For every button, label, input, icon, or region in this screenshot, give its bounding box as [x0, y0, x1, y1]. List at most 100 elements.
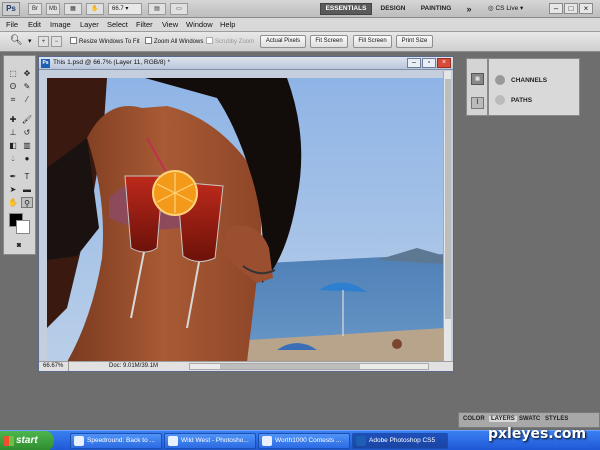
channels-panel-item[interactable]: CHANNELS: [495, 75, 547, 85]
taskbar-item-wild-west[interactable]: Wild West - Photosho...: [164, 433, 256, 449]
vertical-scrollbar[interactable]: [443, 71, 451, 363]
close-button[interactable]: ×: [579, 3, 593, 14]
taskbar-item-photoshop[interactable]: Adobe Photoshop CS5: [352, 433, 448, 449]
taskbar-item-label: Speedround: Back to ...: [87, 437, 155, 444]
zoom-all-windows-label: Zoom All Windows: [154, 39, 204, 45]
zoom-all-windows-checkbox-box[interactable]: [145, 37, 152, 44]
channels-panel-icon[interactable]: ▦: [471, 73, 484, 85]
document-title-bar[interactable]: Ps This 1.psd @ 66.7% (Layer 11, RGB/8) …: [39, 57, 453, 70]
application-bar: Ps Br Mb ▦ ✋ 66.7 ▾ ▤ ▭ ESSENTIALS DESIG…: [0, 0, 600, 18]
horizontal-scrollbar[interactable]: [189, 363, 429, 370]
zoom-tool-icon[interactable]: ⚲: [21, 197, 33, 208]
workspace-painting[interactable]: PAINTING: [416, 3, 456, 15]
brush-tool-icon[interactable]: 🖌︎: [21, 114, 33, 125]
gradient-tool-icon[interactable]: ▥: [21, 140, 33, 151]
scrubby-zoom-checkbox[interactable]: Scrubby Zoom: [206, 37, 254, 45]
taskbar-item-speedround[interactable]: Speedround: Back to ...: [70, 433, 162, 449]
mini-bridge-icon[interactable]: Mb: [46, 3, 60, 15]
vertical-scroll-thumb[interactable]: [445, 79, 451, 319]
zoom-tool-icon: 🔍︎: [10, 35, 23, 46]
move-tool-icon[interactable]: ✥: [21, 68, 33, 79]
menu-help[interactable]: Help: [220, 20, 235, 29]
scrubby-zoom-checkbox-box[interactable]: [206, 37, 213, 44]
paths-panel-icon[interactable]: ⌇: [471, 97, 484, 109]
marquee-tool-icon[interactable]: ⬚: [7, 68, 19, 79]
path-selection-tool-icon[interactable]: ➤: [7, 184, 19, 195]
resize-windows-checkbox[interactable]: Resize Windows To Fit: [70, 37, 140, 45]
windows-flag-icon: [4, 436, 14, 446]
document-close-button[interactable]: ×: [437, 58, 451, 68]
history-brush-tool-icon[interactable]: ↺: [21, 127, 33, 138]
document-status-bar: 66.67% Doc: 9.01M/39.1M: [39, 361, 453, 371]
start-button[interactable]: start: [0, 431, 54, 450]
screen-mode-icon[interactable]: ▭: [170, 3, 188, 15]
tab-swatches[interactable]: SWATC: [519, 416, 540, 422]
paths-label: PATHS: [511, 97, 533, 104]
cs-live-button[interactable]: ◎ CS Live ▾: [488, 3, 538, 15]
hand-tool-icon[interactable]: ✋: [86, 3, 104, 15]
crop-tool-icon[interactable]: ⌗: [7, 94, 19, 105]
fit-screen-button[interactable]: Fit Screen: [310, 35, 348, 48]
hand-tool-icon[interactable]: ✋: [7, 197, 19, 208]
quick-selection-tool-icon[interactable]: ✎: [21, 81, 33, 92]
tab-color[interactable]: COLOR: [463, 416, 485, 422]
cs-live-label: CS Live: [495, 5, 519, 12]
type-tool-icon[interactable]: T: [21, 171, 33, 182]
tools-panel: ⬚ ✥ ʘ ✎ ⌗ ⁄ ✚ 🖌︎ ⊥ ↺ ◧ ▥ 💧︎ ● ✒ T ➤ ▬ ✋ …: [3, 55, 36, 255]
fill-screen-button[interactable]: Fill Screen: [353, 35, 392, 48]
clone-stamp-tool-icon[interactable]: ⊥: [7, 127, 19, 138]
browser-icon: [74, 436, 84, 446]
more-workspaces-button[interactable]: »: [462, 3, 476, 15]
menu-select[interactable]: Select: [107, 20, 128, 29]
resize-windows-checkbox-box[interactable]: [70, 37, 77, 44]
eraser-tool-icon[interactable]: ◧: [7, 140, 19, 151]
maximize-button[interactable]: □: [564, 3, 578, 14]
lasso-tool-icon[interactable]: ʘ: [7, 81, 19, 92]
healing-brush-tool-icon[interactable]: ✚: [7, 114, 19, 125]
zoom-in-icon[interactable]: +: [38, 36, 49, 47]
taskbar-item-worth1000[interactable]: Worth1000 Contests ...: [258, 433, 350, 449]
menu-layer[interactable]: Layer: [80, 20, 99, 29]
shape-tool-icon[interactable]: ▬: [21, 184, 33, 195]
minimize-button[interactable]: –: [549, 3, 563, 14]
browser-icon: [262, 436, 272, 446]
resize-windows-label: Resize Windows To Fit: [79, 39, 140, 45]
bridge-icon[interactable]: Br: [28, 3, 42, 15]
zoom-percentage[interactable]: 66.67%: [43, 362, 69, 371]
workspace-design[interactable]: DESIGN: [376, 3, 410, 15]
tab-layers[interactable]: LAYERS: [489, 416, 517, 422]
workspace-essentials[interactable]: ESSENTIALS: [320, 3, 372, 15]
pen-tool-icon[interactable]: ✒: [7, 171, 19, 182]
horizontal-scroll-thumb[interactable]: [220, 364, 360, 369]
document-restore-button[interactable]: ▫: [422, 58, 436, 68]
document-window: Ps This 1.psd @ 66.7% (Layer 11, RGB/8) …: [38, 56, 454, 372]
document-minimize-button[interactable]: –: [407, 58, 421, 68]
zoom-out-icon[interactable]: −: [51, 36, 62, 47]
actual-pixels-button[interactable]: Actual Pixels: [260, 35, 306, 48]
start-label: start: [16, 435, 38, 446]
background-color-swatch[interactable]: [16, 220, 30, 234]
menu-view[interactable]: View: [162, 20, 178, 29]
tool-preset-dropdown-icon[interactable]: ▾: [28, 37, 32, 45]
window-controls: – □ ×: [548, 3, 598, 15]
menu-window[interactable]: Window: [186, 20, 213, 29]
menu-image[interactable]: Image: [50, 20, 71, 29]
document-size-info[interactable]: Doc: 9.01M/39.1M: [109, 362, 158, 371]
dodge-tool-icon[interactable]: ●: [21, 153, 33, 164]
menu-filter[interactable]: Filter: [136, 20, 153, 29]
blur-tool-icon[interactable]: 💧︎: [7, 153, 19, 164]
menu-file[interactable]: File: [6, 20, 18, 29]
tab-styles[interactable]: STYLES: [545, 416, 568, 422]
quick-mask-icon[interactable]: ◙: [13, 240, 25, 251]
paths-panel-item[interactable]: PATHS: [495, 95, 532, 105]
zoom-all-windows-checkbox[interactable]: Zoom All Windows: [145, 37, 203, 45]
zoom-level-select[interactable]: 66.7 ▾: [108, 3, 142, 15]
arrange-documents-icon[interactable]: ▤: [148, 3, 166, 15]
eyedropper-tool-icon[interactable]: ⁄: [21, 94, 33, 105]
document-window-controls: – ▫ ×: [406, 58, 451, 68]
cs-live-icon: ◎: [488, 5, 494, 12]
print-size-button[interactable]: Print Size: [396, 35, 433, 48]
document-canvas[interactable]: [47, 78, 445, 362]
menu-edit[interactable]: Edit: [28, 20, 41, 29]
view-extras-icon[interactable]: ▦: [64, 3, 82, 15]
